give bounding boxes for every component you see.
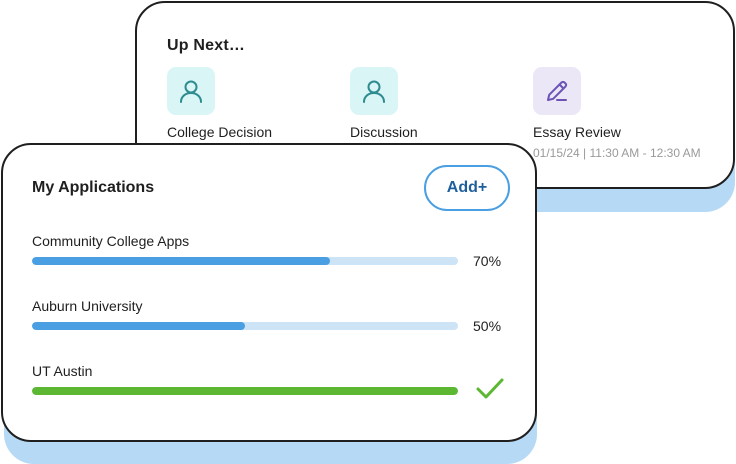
up-next-item-college-decision[interactable]: College Decision: [167, 67, 272, 140]
application-row[interactable]: Auburn University 50%: [32, 298, 512, 348]
application-progress-bar: [32, 322, 458, 330]
applications-card: My Applications Add+ Community College A…: [1, 143, 537, 442]
up-next-item-datetime: 01/15/24 | 11:30 AM - 12:30 AM: [533, 146, 701, 160]
application-progress-percent: 50%: [473, 318, 502, 334]
application-progress-bar: [32, 257, 458, 265]
application-row[interactable]: Community College Apps 70%: [32, 233, 512, 283]
application-name: UT Austin: [32, 363, 93, 379]
checkmark-icon: [475, 377, 505, 406]
up-next-item-label: Essay Review: [533, 124, 621, 140]
pencil-icon: [533, 67, 581, 115]
person-icon: [350, 67, 398, 115]
application-progress-fill: [32, 322, 245, 330]
up-next-title: Up Next…: [167, 37, 246, 54]
dashboard-stage: Up Next… College Decision Discussion Ess…: [0, 0, 736, 464]
application-row[interactable]: UT Austin: [32, 363, 512, 413]
up-next-item-discussion[interactable]: Discussion: [350, 67, 418, 140]
add-application-button[interactable]: Add+: [424, 165, 510, 211]
up-next-item-essay-review[interactable]: Essay Review 01/15/24 | 11:30 AM - 12:30…: [533, 67, 701, 160]
application-progress-bar: [32, 387, 458, 395]
application-progress-fill: [32, 387, 458, 395]
applications-title: My Applications: [32, 179, 155, 196]
application-progress-percent: 70%: [473, 253, 502, 269]
person-icon: [167, 67, 215, 115]
application-progress-fill: [32, 257, 331, 265]
up-next-item-label: Discussion: [350, 124, 418, 140]
up-next-item-label: College Decision: [167, 124, 273, 140]
application-name: Community College Apps: [32, 233, 190, 249]
application-name: Auburn University: [32, 298, 143, 314]
